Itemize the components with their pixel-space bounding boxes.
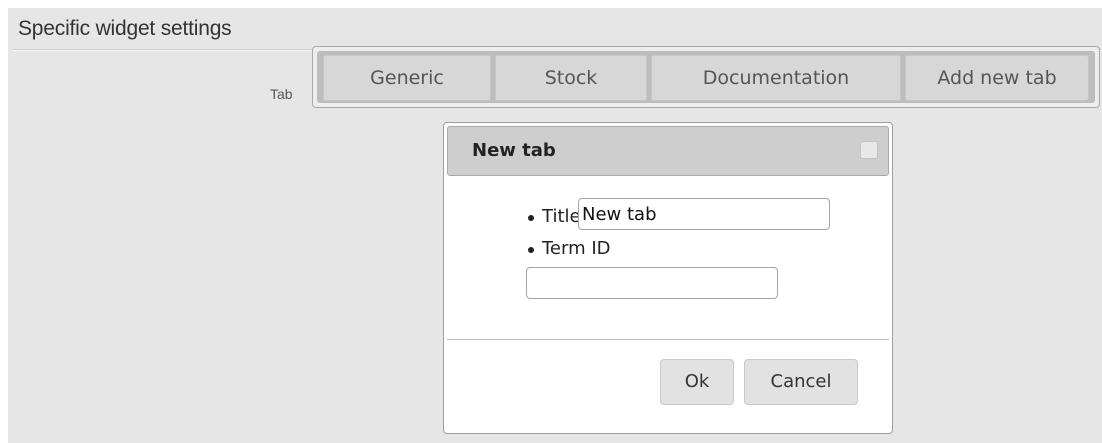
cancel-button[interactable]: Cancel [744,359,858,405]
section-title: Specific widget settings [18,17,232,40]
ok-button[interactable]: Ok [660,359,734,405]
term-id-input[interactable] [526,267,778,299]
close-icon[interactable] [860,141,878,159]
bullet-icon [528,247,534,253]
tab-bar-track: Generic Stock Documentation Add new tab [317,51,1095,103]
dialog-header[interactable]: New tab [447,126,889,176]
dialog-divider [447,339,889,340]
term-id-label: Term ID [542,238,611,259]
new-tab-dialog: New tab Title Term ID Ok Cancel [443,122,893,434]
tab-stock[interactable]: Stock [495,55,647,101]
tab-documentation[interactable]: Documentation [651,55,901,101]
dialog-title: New tab [472,140,556,161]
tab-generic[interactable]: Generic [323,55,491,101]
title-label: Title [542,206,581,227]
bullet-icon [528,215,534,221]
tab-bar: Generic Stock Documentation Add new tab [312,46,1100,108]
settings-panel: Specific widget settings Tab Generic Sto… [8,8,1102,443]
add-new-tab-button[interactable]: Add new tab [905,55,1089,101]
title-input[interactable] [578,198,830,230]
tab-field-label: Tab [270,86,293,102]
